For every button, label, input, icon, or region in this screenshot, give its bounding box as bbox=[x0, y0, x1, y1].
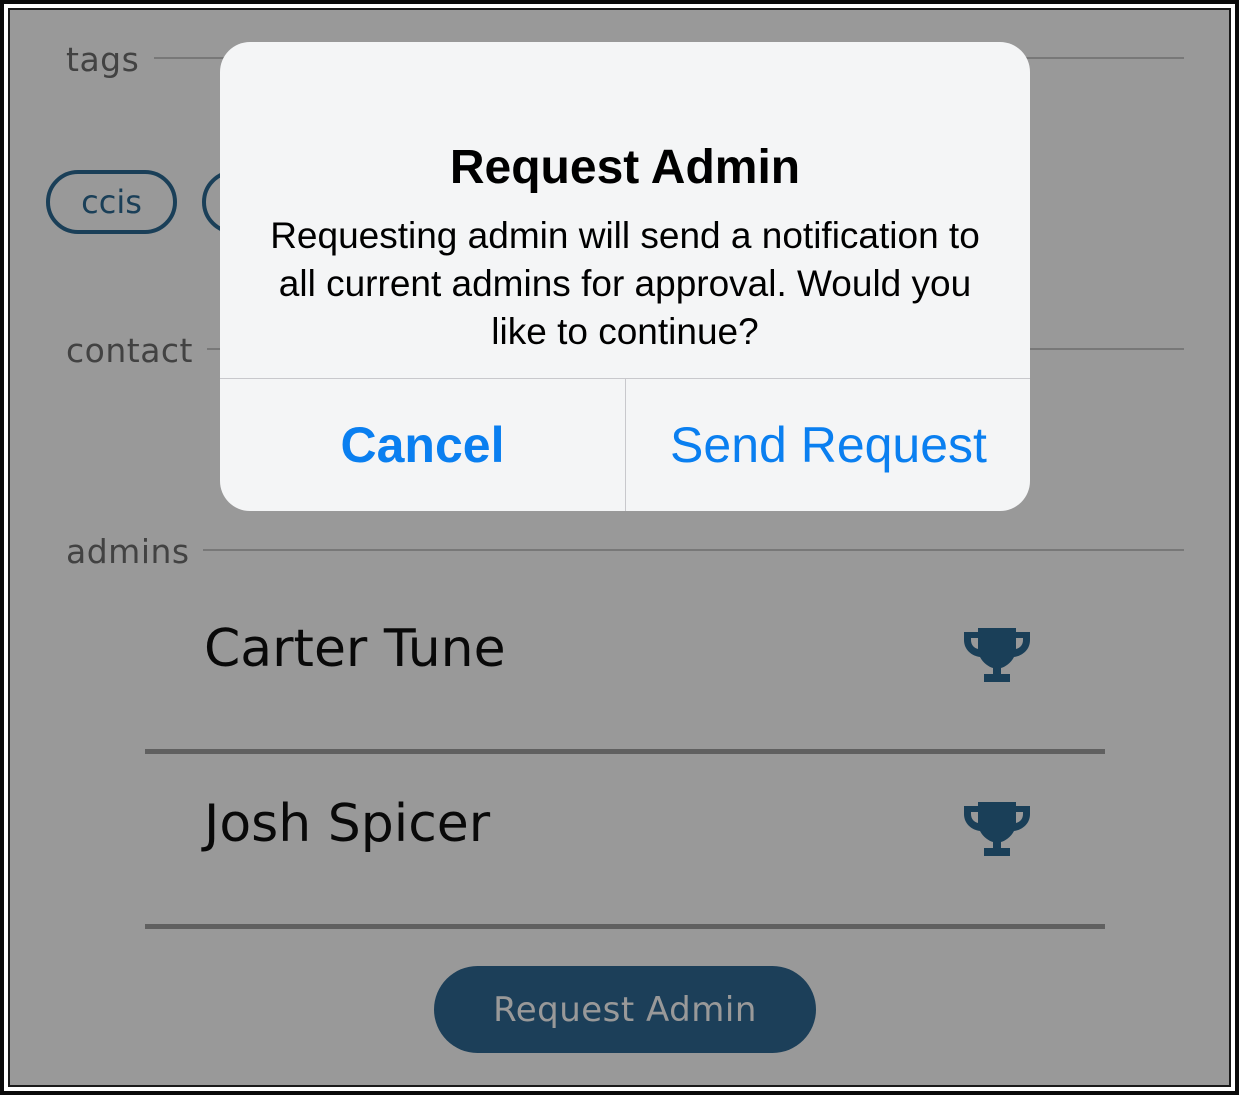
send-request-button[interactable]: Send Request bbox=[626, 379, 1030, 511]
alert-message: Requesting admin will send a notificatio… bbox=[270, 215, 980, 352]
cancel-button[interactable]: Cancel bbox=[220, 379, 625, 511]
screen-frame: tags ccis contact admins Carter Tune Jos… bbox=[0, 0, 1239, 1095]
request-admin-alert: Request Admin Requesting admin will send… bbox=[220, 42, 1030, 511]
alert-title: Request Admin bbox=[449, 141, 801, 194]
